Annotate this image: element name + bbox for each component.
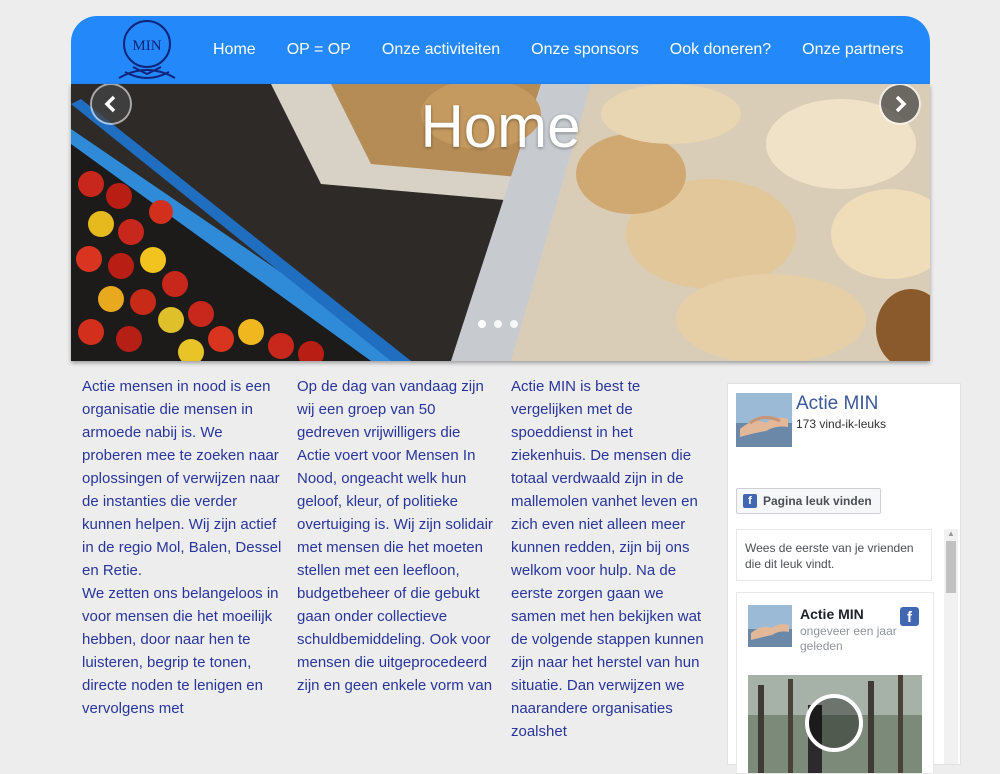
nav-ook-doneren[interactable]: Ook doneren?	[670, 41, 771, 59]
navbar: MIN Home OP = OP Onze activiteiten Onze …	[71, 16, 930, 84]
content-column-2: Op de dag van vandaag zijn wij een groep…	[297, 375, 497, 697]
nav-home[interactable]: Home	[213, 41, 256, 59]
facebook-like-page-button[interactable]: f Pagina leuk vinden	[736, 488, 881, 514]
facebook-page-name[interactable]: Actie MIN	[796, 393, 878, 415]
facebook-page-photo[interactable]	[736, 393, 792, 447]
facebook-like-count: 173 vind-ik-leuks	[796, 417, 887, 431]
facebook-like-page-label: Pagina leuk vinden	[763, 494, 872, 508]
nav-onze-activiteiten[interactable]: Onze activiteiten	[382, 41, 500, 59]
hero-title: Home	[420, 93, 581, 160]
carousel-dot-2[interactable]	[494, 320, 502, 328]
carousel-next-button[interactable]	[881, 85, 919, 123]
carousel-prev-button[interactable]	[92, 85, 130, 123]
facebook-f-icon: f	[743, 494, 757, 508]
scrollbar-thumb[interactable]	[946, 541, 956, 593]
scroll-up-arrow-icon[interactable]: ▲	[947, 529, 955, 538]
chevron-left-icon	[104, 95, 116, 113]
facebook-post-avatar[interactable]	[748, 605, 792, 647]
column-2-paragraph-1: Op de dag van vandaag zijn wij een groep…	[297, 378, 493, 694]
facebook-logo-icon[interactable]: f	[900, 607, 919, 626]
nav-onze-partners[interactable]: Onze partners	[802, 41, 903, 59]
carousel-dot-1[interactable]	[478, 320, 486, 328]
site-logo[interactable]: MIN	[111, 18, 183, 84]
facebook-post-time[interactable]: ongeveer een jaar geleden	[800, 624, 910, 654]
facebook-first-friends-note: Wees de eerste van je vrienden die dit l…	[736, 529, 932, 581]
carousel-indicators	[478, 320, 518, 328]
logo-text: MIN	[132, 38, 161, 54]
carousel-dot-3[interactable]	[510, 320, 518, 328]
facebook-post: Actie MIN ongeveer een jaar geleden f	[736, 592, 934, 774]
facebook-page-widget: Actie MIN 173 vind-ik-leuks f Pagina leu…	[727, 383, 961, 774]
chevron-right-icon	[895, 95, 907, 113]
nav-op-is-op[interactable]: OP = OP	[287, 41, 351, 59]
hero-carousel: Home	[71, 84, 930, 361]
play-icon[interactable]	[805, 694, 863, 752]
facebook-post-video[interactable]	[748, 675, 922, 773]
facebook-post-author[interactable]: Actie MIN	[800, 606, 864, 622]
column-1-paragraph-2: We zetten ons belangeloos in voor mensen…	[82, 585, 279, 717]
site-container: MIN Home OP = OP Onze activiteiten Onze …	[71, 16, 930, 361]
content-column-1: Actie mensen in nood is een organisatie …	[82, 375, 282, 720]
column-3-paragraph-1: Actie MIN is best te vergelijken met de …	[511, 378, 704, 740]
nav-onze-sponsors[interactable]: Onze sponsors	[531, 41, 639, 59]
content-column-3: Actie MIN is best te vergelijken met de …	[511, 375, 711, 743]
main-nav: Home OP = OP Onze activiteiten Onze spon…	[213, 16, 935, 84]
column-1-paragraph-1: Actie mensen in nood is een organisatie …	[82, 378, 282, 579]
facebook-widget-scrollbar[interactable]: ▲	[944, 529, 958, 764]
